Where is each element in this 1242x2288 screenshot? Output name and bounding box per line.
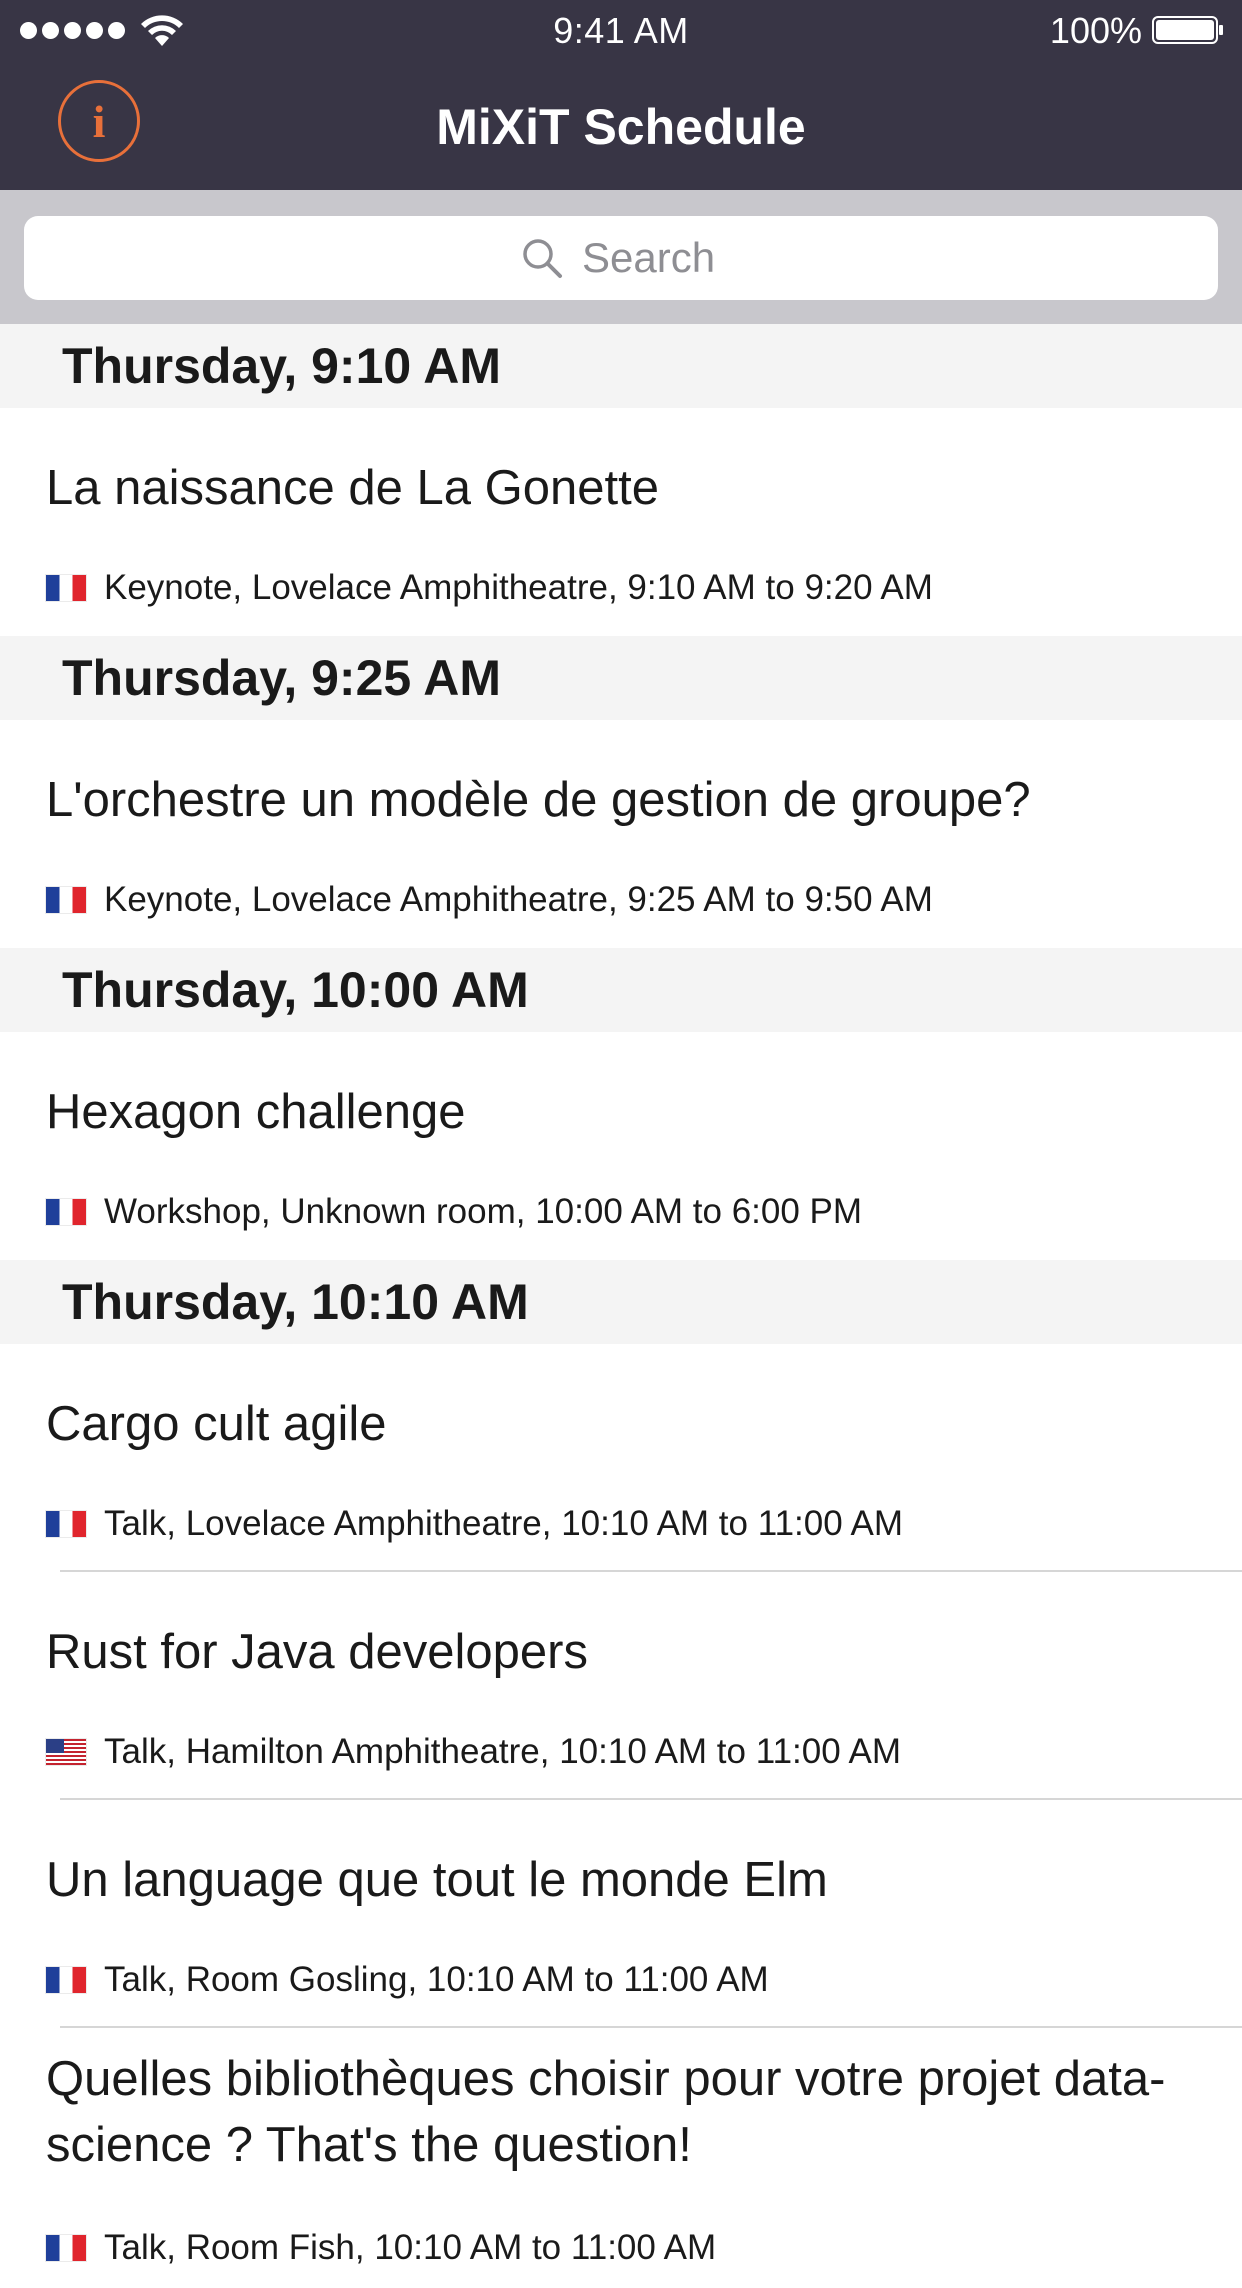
session-title: Hexagon challenge [46,1085,466,1139]
french-flag-icon [46,575,86,601]
section-header: Thursday, 9:25 AM [0,636,1242,720]
session-title: La naissance de La Gonette [46,461,659,515]
status-bar: 9:41 AM 100% [0,0,1242,62]
session-row[interactable]: Quelles bibliothèques choisir pour votre… [0,2028,1242,2288]
session-meta: Talk, Hamilton Amphitheatre, 10:10 AM to… [46,1732,1202,1772]
session-meta: Talk, Room Gosling, 10:10 AM to 11:00 AM [46,1960,1202,2000]
session-meta: Keynote, Lovelace Amphitheatre, 9:10 AM … [46,568,1202,608]
search-input[interactable] [582,234,722,282]
page-title: MiXiT Schedule [436,99,806,155]
session-row[interactable]: Rust for Java developers Talk, Hamilton … [0,1572,1242,1800]
french-flag-icon [46,1199,86,1225]
search-field[interactable] [24,216,1218,300]
session-row[interactable]: Hexagon challenge Workshop, Unknown room… [0,1032,1242,1260]
schedule-list: Thursday, 9:10 AM La naissance de La Gon… [0,324,1242,2288]
session-meta: Talk, Lovelace Amphitheatre, 10:10 AM to… [46,1504,1202,1544]
session-meta: Talk, Room Fish, 10:10 AM to 11:00 AM [46,2228,1202,2268]
session-title: Quelles bibliothèques choisir pour votre… [46,2052,1166,2172]
battery-icon [1152,16,1223,44]
search-icon [523,239,562,278]
session-details: Talk, Room Gosling, 10:10 AM to 11:00 AM [104,1960,769,1999]
session-meta: Workshop, Unknown room, 10:00 AM to 6:00… [46,1192,1202,1232]
session-row[interactable]: La naissance de La Gonette Keynote, Love… [0,408,1242,636]
french-flag-icon [46,1967,86,1993]
session-row[interactable]: Un language que tout le monde Elm Talk, … [0,1800,1242,2028]
session-row[interactable]: Cargo cult agile Talk, Lovelace Amphithe… [0,1344,1242,1572]
session-details: Talk, Room Fish, 10:10 AM to 11:00 AM [104,2228,717,2267]
session-title: Rust for Java developers [46,1625,588,1679]
search-bar [0,190,1242,324]
us-flag-icon [46,1739,86,1765]
french-flag-icon [46,887,86,913]
session-meta: Keynote, Lovelace Amphitheatre, 9:25 AM … [46,880,1202,920]
battery-percentage: 100% [1049,10,1142,51]
session-details: Talk, Lovelace Amphitheatre, 10:10 AM to… [104,1504,904,1543]
session-title: Un language que tout le monde Elm [46,1853,828,1907]
session-details: Keynote, Lovelace Amphitheatre, 9:25 AM … [104,880,933,919]
navigation-bar: i MiXiT Schedule [0,62,1242,190]
section-header: Thursday, 10:00 AM [0,948,1242,1032]
session-title: Cargo cult agile [46,1397,387,1451]
session-details: Workshop, Unknown room, 10:00 AM to 6:00… [104,1192,863,1231]
session-details: Keynote, Lovelace Amphitheatre, 9:10 AM … [104,568,933,607]
section-header: Thursday, 10:10 AM [0,1260,1242,1344]
french-flag-icon [46,2235,86,2261]
french-flag-icon [46,1511,86,1537]
section-header: Thursday, 9:10 AM [0,324,1242,408]
session-row[interactable]: L'orchestre un modèle de gestion de grou… [0,720,1242,948]
session-details: Talk, Hamilton Amphitheatre, 10:10 AM to… [104,1732,902,1771]
top-bar: 9:41 AM 100% i MiXiT Schedule [0,0,1242,190]
session-title: L'orchestre un modèle de gestion de grou… [46,773,1031,827]
